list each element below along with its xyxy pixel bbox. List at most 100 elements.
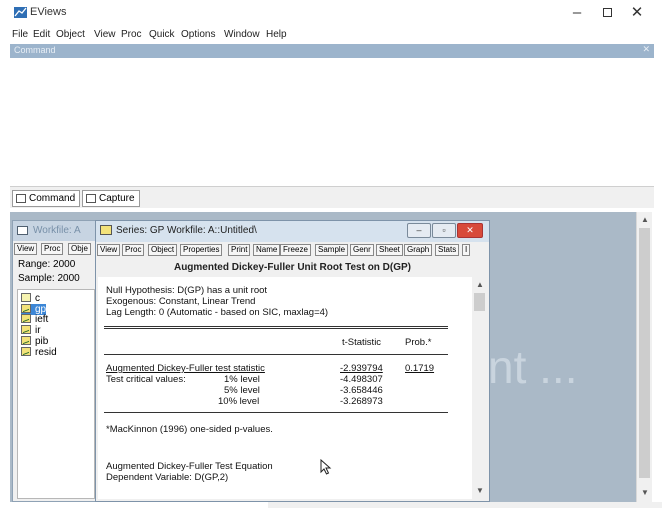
series-sample-button[interactable]: Sample bbox=[315, 244, 349, 256]
app-title: EViews bbox=[30, 6, 67, 18]
maximize-button[interactable] bbox=[596, 3, 618, 23]
status-bar bbox=[268, 502, 662, 508]
capture-tab-icon bbox=[86, 194, 96, 203]
series-genr-button[interactable]: Genr bbox=[350, 244, 374, 256]
table-rule bbox=[104, 412, 448, 413]
list-item[interactable]: ir bbox=[21, 325, 41, 336]
series-freeze-button[interactable]: Freeze bbox=[280, 244, 311, 256]
scroll-thumb[interactable] bbox=[474, 293, 485, 311]
test-equation-title: Augmented Dickey-Fuller Test Equation bbox=[106, 461, 273, 472]
workfile-window[interactable]: Workfile: A View Proc Obje Range: 2000 S… bbox=[12, 220, 98, 502]
col-header-prob: Prob.* bbox=[405, 337, 432, 348]
series-ident-button[interactable]: I bbox=[462, 244, 471, 256]
coef-icon bbox=[21, 293, 31, 302]
adf-tstat-value: -2.939794 bbox=[340, 363, 383, 374]
series-icon bbox=[21, 347, 31, 356]
null-hypothesis: Null Hypothesis: D(GP) has a unit root bbox=[106, 285, 268, 296]
workfile-range: Range: 2000 bbox=[18, 259, 76, 270]
series-window-icon bbox=[100, 225, 112, 235]
list-item[interactable]: pib bbox=[21, 336, 48, 347]
mackinnon-footnote: *MacKinnon (1996) one-sided p-values. bbox=[106, 424, 273, 435]
series-object-button[interactable]: Object bbox=[148, 244, 178, 256]
command-input-area[interactable] bbox=[10, 58, 654, 185]
series-close-button[interactable]: ✕ bbox=[457, 223, 483, 238]
series-window-title: Series: GP Workfile: A::Untitled\ bbox=[116, 225, 257, 236]
workfile-toolbar: View Proc Obje bbox=[13, 242, 97, 256]
menu-view[interactable]: View bbox=[94, 29, 116, 40]
series-name-button[interactable]: Name bbox=[253, 244, 281, 256]
menu-proc[interactable]: Proc bbox=[121, 29, 142, 40]
menu-help[interactable]: Help bbox=[266, 29, 287, 40]
scroll-down-icon[interactable]: ▼ bbox=[476, 486, 484, 495]
background-watermark-text: nt ... bbox=[488, 341, 578, 393]
table-rule bbox=[104, 328, 448, 329]
workfile-object-button[interactable]: Obje bbox=[68, 243, 91, 255]
menu-window[interactable]: Window bbox=[224, 29, 260, 40]
lag-length-line: Lag Length: 0 (Automatic - based on SIC,… bbox=[106, 307, 329, 318]
scroll-down-icon[interactable]: ▼ bbox=[641, 488, 649, 497]
workfile-view-button[interactable]: View bbox=[14, 243, 38, 255]
series-icon bbox=[21, 325, 31, 334]
series-window-controls: – ▫ ✕ bbox=[405, 223, 485, 239]
minimize-button[interactable]: – bbox=[566, 3, 588, 23]
level-label: 1% level bbox=[224, 374, 260, 385]
close-button[interactable]: ✕ bbox=[626, 3, 648, 23]
app-titlebar: EViews – ✕ bbox=[0, 0, 662, 26]
scroll-thumb[interactable] bbox=[639, 228, 650, 478]
series-vertical-scrollbar[interactable]: ▲ ▼ bbox=[472, 277, 487, 499]
output-table-title: Augmented Dickey-Fuller Unit Root Test o… bbox=[98, 260, 487, 276]
exogenous-line: Exogenous: Constant, Linear Trend bbox=[106, 296, 256, 307]
maximize-icon bbox=[602, 8, 612, 17]
workfile-object-list: c gp ieft ir pib resid bbox=[17, 289, 95, 499]
adf-stat-label: Augmented Dickey-Fuller test statistic bbox=[106, 363, 265, 374]
series-window[interactable]: Series: GP Workfile: A::Untitled\ – ▫ ✕ … bbox=[95, 220, 490, 502]
menu-bar: File Edit Object View Proc Quick Options… bbox=[0, 27, 662, 44]
series-print-button[interactable]: Print bbox=[228, 244, 251, 256]
tab-capture[interactable]: Capture bbox=[82, 190, 140, 207]
command-tab-icon bbox=[16, 194, 26, 203]
menu-file[interactable]: File bbox=[12, 29, 28, 40]
scroll-up-icon[interactable]: ▲ bbox=[476, 280, 484, 289]
series-proc-button[interactable]: Proc bbox=[122, 244, 145, 256]
tab-command[interactable]: Command bbox=[12, 190, 81, 207]
level-label: 10% level bbox=[218, 396, 260, 407]
workfile-sample: Sample: 2000 bbox=[18, 273, 80, 284]
series-graph-button[interactable]: Graph bbox=[404, 244, 433, 256]
table-rule bbox=[104, 326, 448, 327]
series-sheet-button[interactable]: Sheet bbox=[376, 244, 403, 256]
workfile-titlebar[interactable]: Workfile: A bbox=[13, 221, 97, 241]
series-minimize-button[interactable]: – bbox=[407, 223, 431, 238]
scroll-up-icon[interactable]: ▲ bbox=[641, 215, 649, 224]
workfile-proc-button[interactable]: Proc bbox=[41, 243, 64, 255]
tab-command-label: Command bbox=[29, 193, 76, 204]
command-panel-header: Command ✕ bbox=[10, 44, 654, 58]
menu-options[interactable]: Options bbox=[181, 29, 215, 40]
workarea-vertical-scrollbar[interactable]: ▲ ▼ bbox=[636, 212, 652, 502]
menu-edit[interactable]: Edit bbox=[33, 29, 50, 40]
list-item[interactable]: c bbox=[21, 293, 40, 304]
series-restore-button[interactable]: ▫ bbox=[432, 223, 456, 238]
series-view-button[interactable]: View bbox=[97, 244, 121, 256]
test-output-table: Null Hypothesis: D(GP) has a unit root E… bbox=[98, 277, 472, 499]
list-item[interactable]: resid bbox=[21, 347, 57, 358]
menu-object[interactable]: Object bbox=[56, 29, 85, 40]
list-item[interactable]: ieft bbox=[21, 314, 48, 325]
mouse-cursor-icon bbox=[320, 459, 332, 475]
dependent-variable: Dependent Variable: D(GP,2) bbox=[106, 472, 229, 483]
level-value: -4.498307 bbox=[340, 374, 383, 385]
col-header-tstat: t-Statistic bbox=[342, 337, 382, 348]
series-titlebar[interactable]: Series: GP Workfile: A::Untitled\ – ▫ ✕ bbox=[96, 221, 489, 242]
series-stats-button[interactable]: Stats bbox=[435, 244, 460, 256]
eviews-app-icon bbox=[14, 7, 27, 18]
workfile-title: Workfile: A bbox=[33, 225, 81, 236]
command-panel-close-icon[interactable]: ✕ bbox=[642, 44, 650, 55]
series-icon bbox=[21, 336, 31, 345]
series-icon bbox=[21, 314, 31, 323]
series-properties-button[interactable]: Properties bbox=[180, 244, 223, 256]
workfile-icon bbox=[17, 226, 28, 235]
menu-quick[interactable]: Quick bbox=[149, 29, 175, 40]
adf-prob-value: 0.1719 bbox=[405, 363, 435, 374]
table-rule bbox=[104, 354, 448, 355]
series-toolbar: View Proc Object Properties Print Name F… bbox=[96, 243, 489, 258]
command-panel-title: Command bbox=[14, 45, 56, 55]
